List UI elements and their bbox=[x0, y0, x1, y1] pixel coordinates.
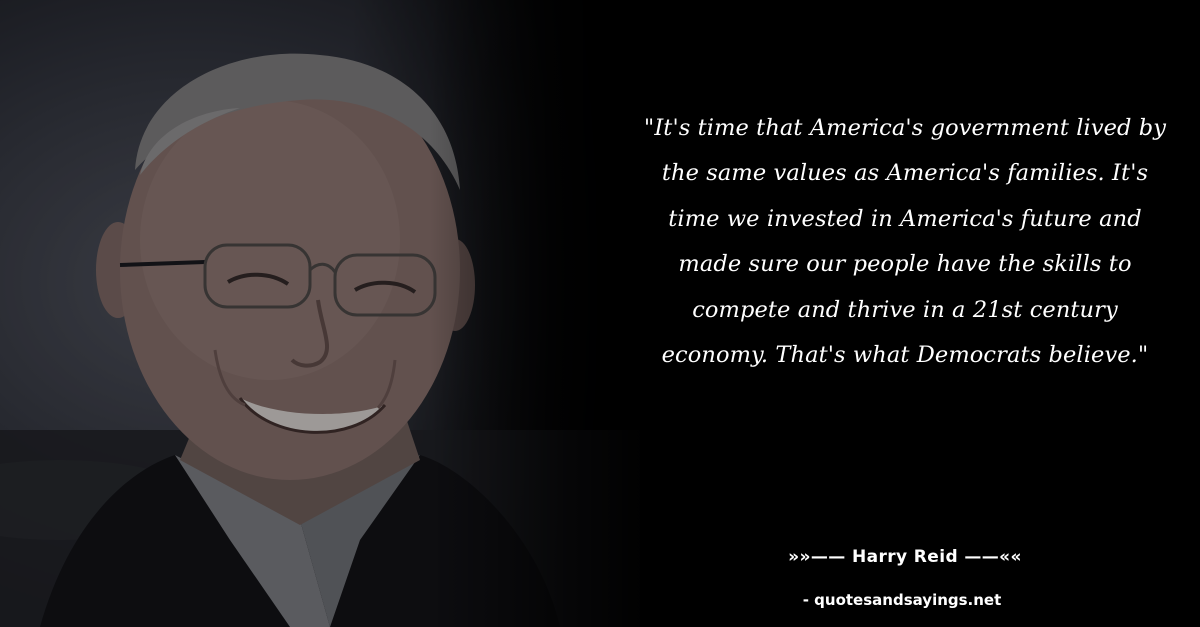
portrait-photo bbox=[0, 0, 660, 627]
quote-card: "It's time that America's government liv… bbox=[0, 0, 1200, 627]
source-attribution: - quotesandsayings.net bbox=[802, 591, 1002, 609]
author-name: »»—— Harry Reid ——«« bbox=[788, 547, 1022, 567]
portrait-fade-overlay bbox=[430, 0, 660, 627]
quote-text: "It's time that America's government liv… bbox=[643, 115, 1167, 369]
